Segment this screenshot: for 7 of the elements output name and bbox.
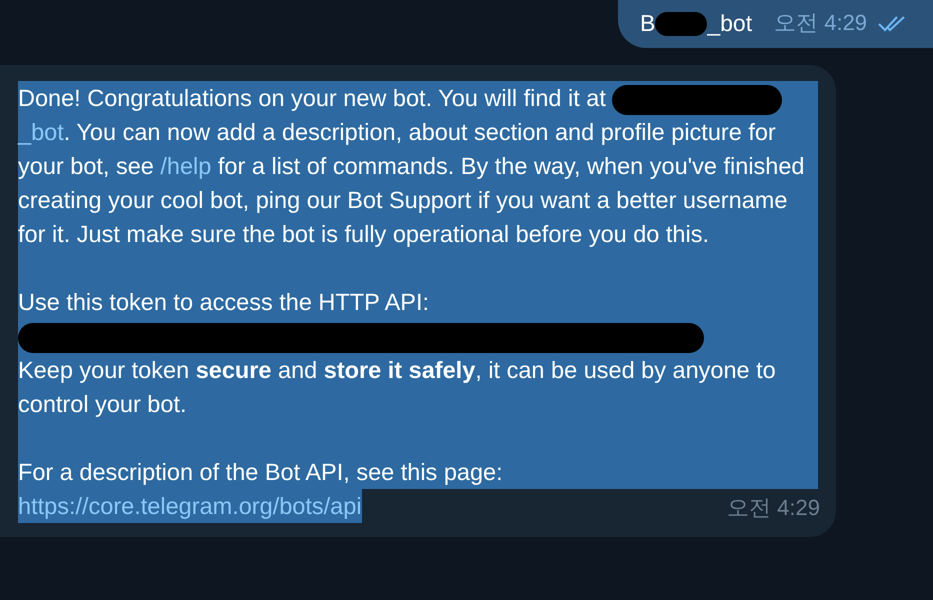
message-text: B _bot <box>640 10 752 36</box>
message-paragraph: Done! Congratulations on your new bot. You will find it at _bot. You can now add a description, about section and profile picture for your bot, see /help for a list of commands. By the way, when you've finished creating your cool bot, ping our Bot Support if you want a better username for it. Just make sure the bot is fully operational before you do this. <box>18 84 806 249</box>
redaction-mark <box>655 12 708 36</box>
message-time: 오전 4:29 <box>727 494 820 522</box>
message-paragraph: Use this token to access the HTTP API: Keep your token secure and store it safely, it can be used by anyone to control your bot. <box>18 288 777 419</box>
message-paragraph: For a description of the Bot API, see this page: <box>18 458 504 487</box>
message-time: 오전 4:29 <box>774 9 868 37</box>
